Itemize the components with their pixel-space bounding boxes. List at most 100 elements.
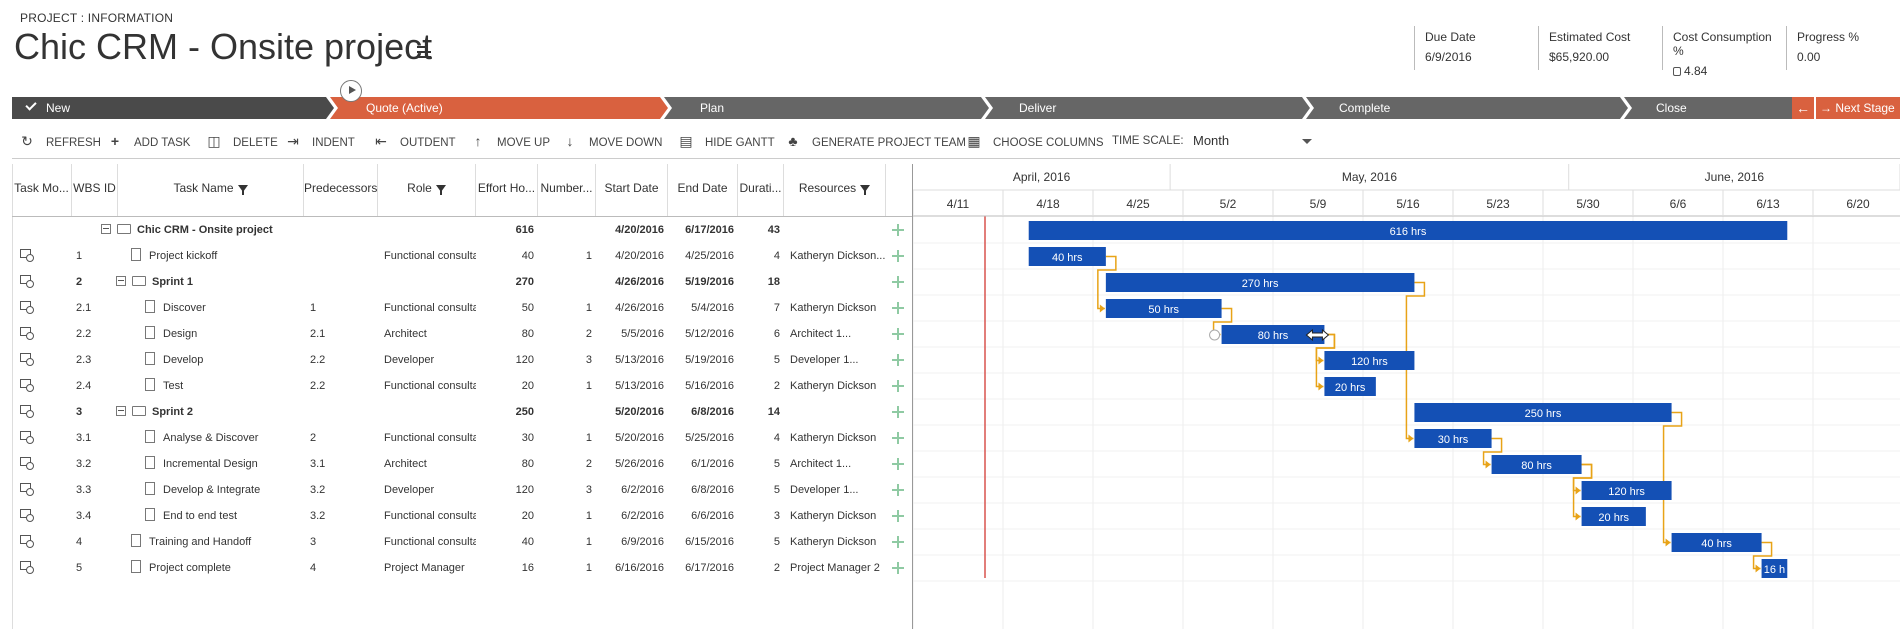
column-header-number[interactable]: Number...: [538, 164, 596, 216]
table-row[interactable]: 3.1 2 Functional consultar 30 1 5/20/2016 5/25…: [12, 425, 912, 451]
cell-number[interactable]: 3: [538, 477, 592, 503]
cell-predecessors[interactable]: 2.1: [304, 321, 378, 347]
column-header-task-mode[interactable]: Task Mo...: [12, 164, 72, 216]
stage-complete[interactable]: Complete: [1306, 97, 1628, 119]
task-mode-icon[interactable]: [20, 275, 34, 288]
cell-role[interactable]: Functional consultar: [378, 503, 476, 529]
cell-duration[interactable]: 14: [738, 399, 780, 425]
cell-end-date[interactable]: 6/6/2016: [668, 503, 734, 529]
add-task-button[interactable]: + ADD TASK: [108, 130, 191, 152]
cell-end-date[interactable]: 5/12/2016: [668, 321, 734, 347]
table-row[interactable]: 3.4 3.2 Functional consultar 20 1 6/2/2016 6/6…: [12, 503, 912, 529]
cell-role[interactable]: Functional consultar: [378, 425, 476, 451]
cell-role[interactable]: Project Manager: [378, 555, 476, 581]
task-mode-icon[interactable]: [20, 561, 34, 574]
time-scale-select[interactable]: Month: [1193, 130, 1229, 152]
cell-wbs-id[interactable]: 5: [72, 555, 118, 581]
cell-duration[interactable]: 7: [738, 295, 780, 321]
add-subtask-icon[interactable]: [892, 354, 904, 366]
cell-duration[interactable]: 5: [738, 529, 780, 555]
chevron-down-icon[interactable]: [1302, 139, 1312, 144]
cell-effort-hours[interactable]: 50: [476, 295, 534, 321]
hide-gantt-button[interactable]: ▤ HIDE GANTT: [679, 130, 774, 152]
cell-wbs-id[interactable]: 1: [72, 243, 118, 269]
choose-columns-button[interactable]: ▦ CHOOSE COLUMNS: [967, 130, 1103, 152]
cell-role[interactable]: [378, 399, 476, 425]
task-mode-icon[interactable]: [20, 483, 34, 496]
cell-resources[interactable]: Katheryn Dickson: [784, 503, 888, 529]
add-subtask-icon[interactable]: [892, 432, 904, 444]
cell-number[interactable]: 1: [538, 243, 592, 269]
cell-effort-hours[interactable]: 40: [476, 529, 534, 555]
cell-task-name[interactable]: Test: [145, 373, 304, 399]
add-subtask-icon[interactable]: [892, 458, 904, 470]
cell-effort-hours[interactable]: 270: [476, 269, 534, 295]
cell-wbs-id[interactable]: 2.1: [72, 295, 118, 321]
cell-task-name[interactable]: Training and Handoff: [131, 529, 304, 555]
cell-end-date[interactable]: 6/15/2016: [668, 529, 734, 555]
table-row[interactable]: 616 4/20/2016 6/17/2016 43 Chic CRM - Onsite…: [12, 217, 912, 243]
cell-start-date[interactable]: 6/9/2016: [596, 529, 664, 555]
move-down-button[interactable]: ↓ MOVE DOWN: [563, 130, 663, 152]
stage-deliver[interactable]: Deliver: [985, 97, 1310, 119]
add-subtask-icon[interactable]: [892, 510, 904, 522]
cell-start-date[interactable]: 5/20/2016: [596, 425, 664, 451]
table-row[interactable]: 2.4 2.2 Functional consultar 20 1 5/13/2016 5/…: [12, 373, 912, 399]
cell-predecessors[interactable]: 2.2: [304, 373, 378, 399]
cell-duration[interactable]: 3: [738, 503, 780, 529]
filter-icon[interactable]: [435, 185, 446, 195]
task-mode-icon[interactable]: [20, 535, 34, 548]
cell-task-name[interactable]: Project complete: [131, 555, 304, 581]
collapse-icon[interactable]: [101, 224, 111, 234]
add-subtask-icon[interactable]: [892, 484, 904, 496]
column-header-start-date[interactable]: Start Date: [596, 164, 668, 216]
cell-task-name[interactable]: Develop: [145, 347, 304, 373]
task-mode-icon[interactable]: [20, 353, 34, 366]
cell-role[interactable]: Architect: [378, 451, 476, 477]
cell-task-name[interactable]: Chic CRM - Onsite project: [101, 217, 304, 243]
generate-project-team-button[interactable]: ♣ GENERATE PROJECT TEAM: [786, 130, 966, 152]
add-subtask-icon[interactable]: [892, 250, 904, 262]
link-handle-icon[interactable]: [1209, 329, 1221, 341]
cell-start-date[interactable]: 4/26/2016: [596, 269, 664, 295]
task-mode-icon[interactable]: [20, 431, 34, 444]
move-up-button[interactable]: ↑ MOVE UP: [471, 130, 551, 152]
cell-effort-hours[interactable]: 250: [476, 399, 534, 425]
cell-duration[interactable]: 18: [738, 269, 780, 295]
table-row[interactable]: 3.2 3.1 Architect 80 2 5/26/2016 6/1/2016 5 Arch…: [12, 451, 912, 477]
cell-start-date[interactable]: 5/13/2016: [596, 347, 664, 373]
column-header-effort-hours[interactable]: Effort Ho...: [476, 164, 538, 216]
collapse-icon[interactable]: [116, 406, 126, 416]
table-row[interactable]: 3 250 5/20/2016 6/8/2016 14 Sprint 2: [12, 399, 912, 425]
indent-button[interactable]: ⇥ INDENT: [286, 130, 355, 152]
cell-role[interactable]: Functional consultar: [378, 243, 476, 269]
column-header-wbs-id[interactable]: WBS ID: [72, 164, 118, 216]
cell-role[interactable]: [378, 269, 476, 295]
cell-role[interactable]: Functional consultar: [378, 529, 476, 555]
cell-start-date[interactable]: 5/5/2016: [596, 321, 664, 347]
cell-number[interactable]: [538, 399, 592, 425]
cell-number[interactable]: 1: [538, 503, 592, 529]
cell-predecessors[interactable]: 1: [304, 295, 378, 321]
cell-wbs-id[interactable]: 3.4: [72, 503, 118, 529]
cell-predecessors[interactable]: [304, 399, 378, 425]
active-stage-flag-icon[interactable]: [340, 80, 362, 102]
stage-new[interactable]: New: [12, 97, 334, 119]
cell-effort-hours[interactable]: 20: [476, 373, 534, 399]
task-mode-icon[interactable]: [20, 405, 34, 418]
cell-resources[interactable]: Developer 1...: [784, 477, 888, 503]
table-row[interactable]: 4 3 Functional consultar 40 1 6/9/2016 6/15/20…: [12, 529, 912, 555]
cell-resources[interactable]: Architect 1...: [784, 321, 888, 347]
cell-number[interactable]: 1: [538, 373, 592, 399]
cell-role[interactable]: Architect: [378, 321, 476, 347]
add-subtask-icon[interactable]: [892, 380, 904, 392]
cell-start-date[interactable]: 5/26/2016: [596, 451, 664, 477]
stage-quote[interactable]: Quote (Active): [330, 97, 668, 119]
cell-task-name[interactable]: Incremental Design: [145, 451, 304, 477]
cell-predecessors[interactable]: [304, 217, 378, 243]
cell-start-date[interactable]: 4/20/2016: [596, 243, 664, 269]
column-header-task-name[interactable]: Task Name: [118, 164, 304, 216]
task-mode-icon[interactable]: [20, 509, 34, 522]
filter-icon[interactable]: [860, 185, 871, 195]
cell-number[interactable]: 1: [538, 529, 592, 555]
